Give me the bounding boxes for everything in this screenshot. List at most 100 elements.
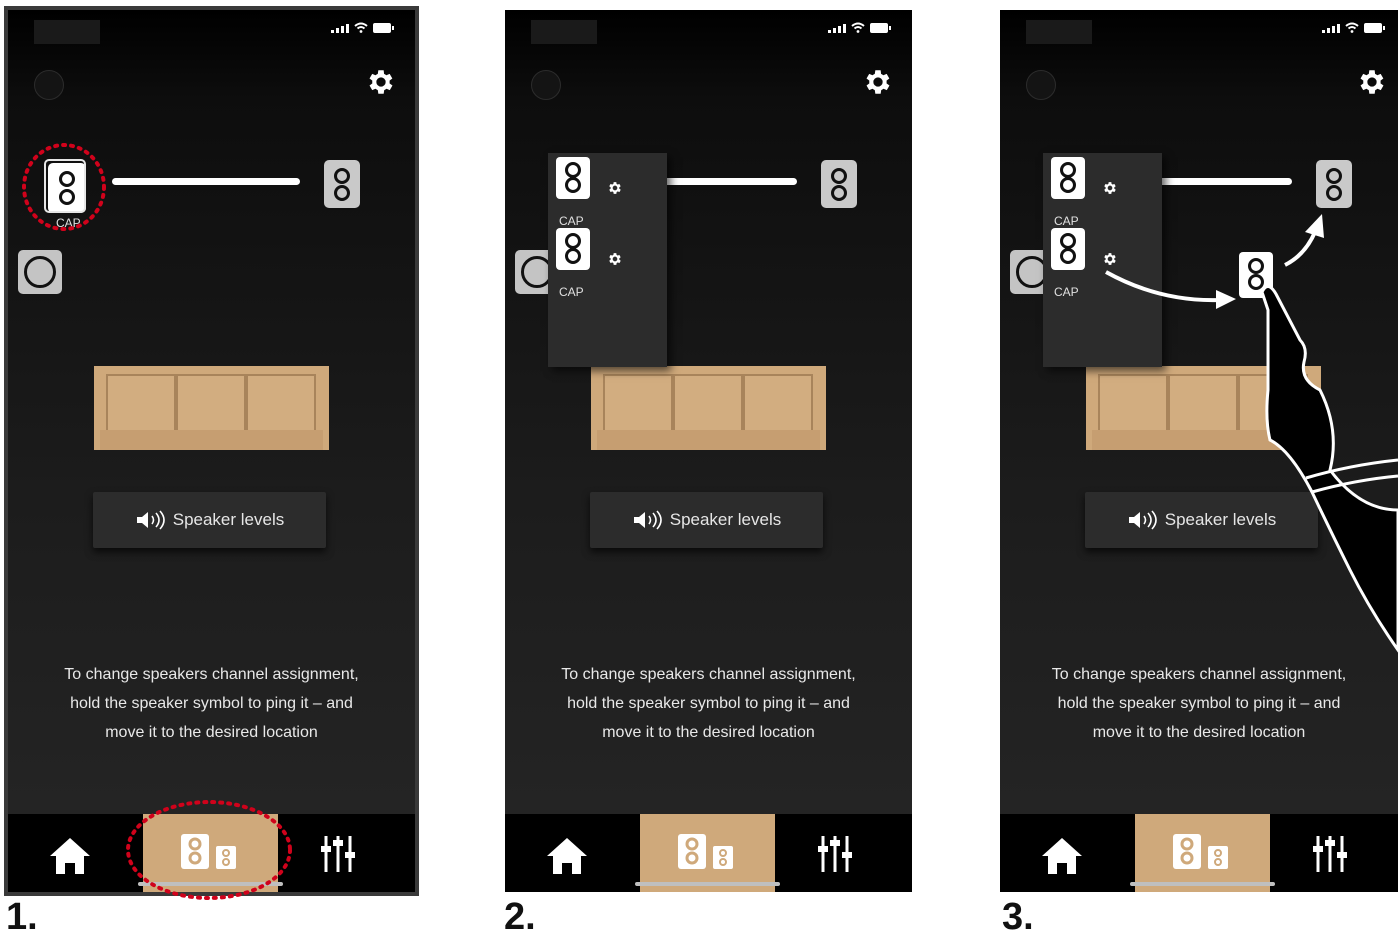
speaker-volume-icon: [1128, 510, 1157, 530]
move-arrow-head: [1305, 214, 1324, 238]
carrier-bar: [34, 20, 100, 44]
gear-icon[interactable]: [607, 251, 623, 267]
drag-gesture-overlay: [1105, 214, 1398, 653]
instruction-text: To change speakers channel assignment, h…: [561, 666, 856, 741]
woofer-icon: [831, 185, 847, 201]
popup-speaker-2[interactable]: [556, 228, 590, 270]
woofer-icon: [565, 177, 581, 193]
phone-screen-step-3: CAP CAP Speaker levels To change speaker…: [1000, 10, 1398, 892]
home-indicator: [635, 882, 780, 886]
front-right-speaker[interactable]: [1316, 160, 1352, 208]
carrier-bar: [1026, 20, 1092, 44]
gear-icon[interactable]: [365, 66, 397, 98]
brand-logo: [1026, 70, 1056, 100]
gear-icon[interactable]: [1356, 66, 1388, 98]
tweeter-icon: [1248, 258, 1264, 274]
wifi-icon: [1345, 22, 1359, 33]
tweeter-icon: [1060, 162, 1076, 178]
home-indicator: [1130, 882, 1275, 886]
woofer-icon: [334, 185, 350, 201]
dragged-speaker[interactable]: [1239, 252, 1273, 298]
speaker-levels-button[interactable]: Speaker levels: [93, 492, 326, 548]
step-number-2: 2.: [504, 896, 536, 938]
wifi-icon: [354, 22, 368, 33]
front-right-speaker[interactable]: [821, 160, 857, 208]
woofer-icon: [1060, 177, 1076, 193]
speaker-levels-label: Speaker levels: [669, 510, 782, 529]
status-bar: [828, 22, 891, 33]
tweeter-icon: [59, 171, 75, 187]
tab-equalizer[interactable]: [318, 814, 370, 892]
tweeter-icon: [831, 168, 847, 184]
home-icon: [1042, 838, 1082, 874]
instruction-text: To change speakers channel assignment, h…: [1051, 666, 1347, 741]
move-arrow-curve: [1284, 231, 1317, 267]
popup-speaker-1[interactable]: [1051, 157, 1085, 199]
phone-screen-step-2: CAP CAP Speaker levels To change speaker…: [505, 10, 912, 892]
popup-speaker-2[interactable]: [1051, 228, 1085, 270]
speakers-icon: [181, 834, 236, 869]
gear-icon[interactable]: [607, 180, 623, 196]
brand-logo: [531, 70, 561, 100]
battery-icon: [1364, 23, 1385, 33]
tab-home[interactable]: [545, 814, 597, 892]
home-icon: [50, 838, 90, 874]
speaker-tag: CAP: [559, 285, 584, 299]
equalizer-sliders-icon: [818, 836, 852, 872]
sleeve-line: [1311, 474, 1398, 494]
gear-icon[interactable]: [1102, 251, 1118, 267]
wifi-icon: [851, 22, 865, 33]
speakers-icon: [678, 834, 733, 869]
subwoofer-speaker[interactable]: [18, 250, 62, 294]
carrier-bar: [531, 20, 597, 44]
speaker-levels-button[interactable]: Speaker levels: [1085, 492, 1318, 548]
sleeve-line: [1305, 458, 1398, 480]
home-indicator: [138, 882, 283, 886]
speaker-tag: CAP: [559, 214, 584, 228]
pointing-hand-icon: [1260, 285, 1398, 653]
speaker-levels-button[interactable]: Speaker levels: [590, 492, 823, 548]
tweeter-icon: [334, 168, 350, 184]
signal-icon: [1322, 24, 1340, 33]
status-bar: [331, 22, 394, 33]
battery-icon: [870, 23, 891, 33]
popup-speaker-1[interactable]: [556, 157, 590, 199]
drag-arrow-head: [1216, 290, 1236, 309]
equalizer-sliders-icon: [1313, 836, 1347, 872]
tab-speakers[interactable]: [1135, 814, 1270, 892]
speaker-assignment-popup: CAP CAP: [1043, 153, 1162, 367]
step-number-1: 1.: [6, 896, 38, 938]
tab-speakers[interactable]: [640, 814, 775, 892]
brand-logo: [34, 70, 64, 100]
gear-icon[interactable]: [1102, 180, 1118, 196]
instruction-text: To change speakers channel assignment, h…: [64, 666, 359, 741]
tab-home[interactable]: [1040, 814, 1092, 892]
center-speaker-cap[interactable]: [44, 159, 86, 213]
subwoofer-icon: [24, 256, 56, 288]
gear-icon[interactable]: [862, 66, 894, 98]
bottom-tab-bar: [1000, 814, 1398, 892]
speaker-volume-icon: [633, 510, 662, 530]
woofer-icon: [1060, 248, 1076, 264]
woofer-icon: [565, 248, 581, 264]
battery-icon: [373, 23, 394, 33]
bottom-tab-bar: [8, 814, 415, 892]
speakers-icon: [1173, 834, 1228, 869]
tweeter-icon: [565, 162, 581, 178]
bottom-tab-bar: [505, 814, 912, 892]
front-right-speaker[interactable]: [324, 160, 360, 208]
tab-equalizer[interactable]: [815, 814, 867, 892]
home-icon: [547, 838, 587, 874]
tweeter-icon: [565, 233, 581, 249]
signal-icon: [828, 24, 846, 33]
phone-screen-step-1: CAP Speaker levels To change speakers ch…: [4, 6, 419, 896]
tweeter-icon: [1326, 168, 1342, 184]
tab-home[interactable]: [48, 814, 100, 892]
tab-equalizer[interactable]: [1310, 814, 1362, 892]
woofer-icon: [1248, 274, 1264, 290]
speaker-tag: CAP: [56, 216, 81, 230]
speaker-levels-label: Speaker levels: [1164, 510, 1277, 529]
woofer-icon: [1326, 185, 1342, 201]
tab-speakers[interactable]: [143, 814, 278, 892]
tweeter-icon: [1060, 233, 1076, 249]
